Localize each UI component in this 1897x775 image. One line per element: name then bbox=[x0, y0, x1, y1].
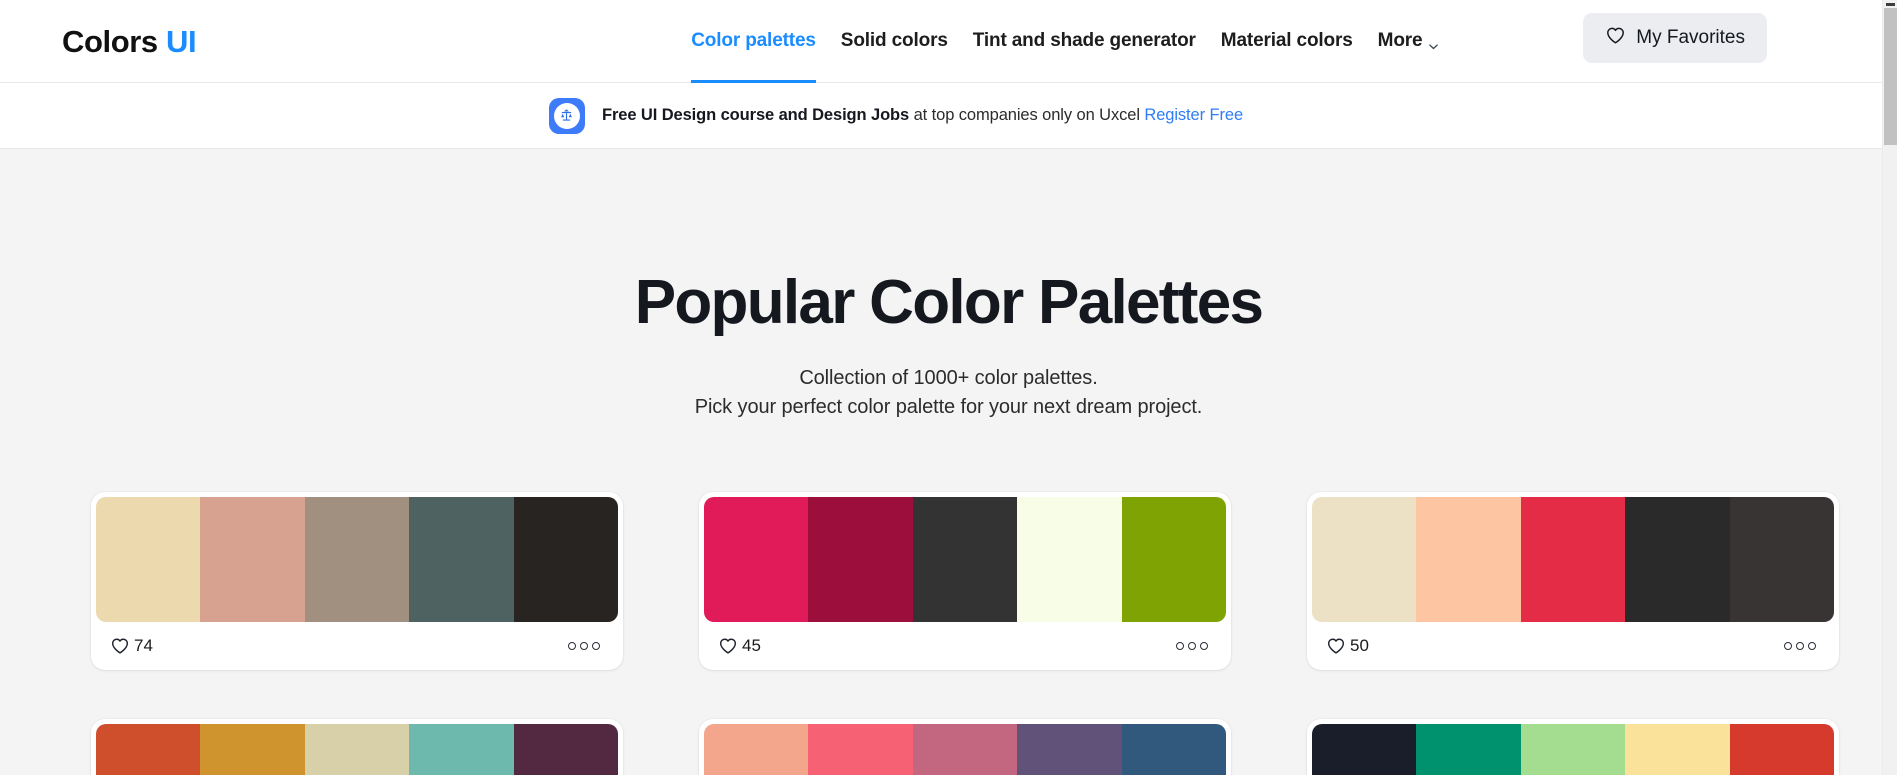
palette-card-footer: 74 bbox=[96, 622, 618, 670]
nav-label-material-colors: Material colors bbox=[1220, 30, 1353, 51]
color-swatch[interactable] bbox=[304, 496, 410, 622]
palette-swatches bbox=[1312, 723, 1834, 775]
palette-swatches bbox=[96, 496, 618, 622]
main-navigation: Color palettes Solid colors Tint and sha… bbox=[691, 0, 1439, 83]
color-swatch[interactable] bbox=[808, 496, 913, 622]
hero-section: Popular Color Palettes Collection of 100… bbox=[0, 149, 1897, 423]
nav-label-solid-colors: Solid colors bbox=[840, 30, 948, 51]
palette-card[interactable]: 50 bbox=[1307, 491, 1839, 670]
promo-register-link[interactable]: Register Free bbox=[1144, 106, 1243, 124]
more-options-icon[interactable] bbox=[1782, 636, 1818, 656]
color-swatch[interactable] bbox=[704, 723, 809, 775]
like-count: 50 bbox=[1350, 635, 1369, 655]
color-swatch[interactable] bbox=[200, 723, 305, 775]
promo-text: Free UI Design course and Design Jobs at… bbox=[602, 106, 1243, 125]
hero-subtitle-line-1: Collection of 1000+ color palettes. bbox=[799, 366, 1098, 389]
heart-icon bbox=[718, 636, 738, 656]
like-count: 45 bbox=[742, 635, 761, 655]
color-swatch[interactable] bbox=[1121, 723, 1226, 775]
chevron-down-icon bbox=[1428, 36, 1439, 49]
heart-icon bbox=[1605, 25, 1626, 52]
nav-label-more: More bbox=[1377, 30, 1423, 51]
more-options-icon[interactable] bbox=[566, 636, 602, 656]
color-swatch[interactable] bbox=[912, 723, 1018, 775]
palette-swatches bbox=[704, 723, 1226, 775]
promo-regular-text: at top companies only on Uxcel bbox=[909, 106, 1145, 124]
scrollbar-thumb[interactable] bbox=[1884, 8, 1897, 145]
palette-card[interactable]: 74 bbox=[91, 491, 623, 670]
color-swatch[interactable] bbox=[513, 723, 618, 775]
color-swatch[interactable] bbox=[409, 723, 514, 775]
color-swatch[interactable] bbox=[1416, 723, 1521, 775]
brand-name: Colors bbox=[62, 23, 158, 59]
promo-bold-text: Free UI Design course and Design Jobs bbox=[601, 106, 910, 124]
color-swatch[interactable] bbox=[1312, 496, 1417, 622]
my-favorites-label: My Favorites bbox=[1636, 27, 1745, 48]
color-swatch[interactable] bbox=[409, 496, 514, 622]
color-swatch[interactable] bbox=[1416, 496, 1521, 622]
palette-swatches bbox=[704, 496, 1226, 622]
color-swatch[interactable] bbox=[200, 496, 305, 622]
palette-card[interactable] bbox=[1307, 718, 1839, 775]
color-swatch[interactable] bbox=[1625, 723, 1730, 775]
brand-accent: UI bbox=[166, 23, 197, 59]
palette-grid: 74 45 50 bbox=[91, 491, 1839, 775]
like-count: 74 bbox=[134, 635, 153, 655]
heart-icon bbox=[1326, 636, 1346, 656]
more-options-icon[interactable] bbox=[1174, 636, 1210, 656]
color-swatch[interactable] bbox=[1520, 496, 1626, 622]
nav-item-color-palettes[interactable]: Color palettes bbox=[691, 0, 816, 83]
color-swatch[interactable] bbox=[1520, 723, 1626, 775]
like-button[interactable]: 50 bbox=[1326, 636, 1369, 656]
color-swatch[interactable] bbox=[704, 496, 809, 622]
heart-icon bbox=[110, 636, 130, 656]
color-swatch[interactable] bbox=[1017, 496, 1122, 622]
hero-subtitle: Collection of 1000+ color palettes. Pick… bbox=[0, 364, 1897, 423]
color-swatch[interactable] bbox=[1017, 723, 1122, 775]
color-swatch[interactable] bbox=[1312, 723, 1417, 775]
nav-label-tint-and-shade-generator: Tint and shade generator bbox=[972, 30, 1196, 51]
palette-swatches bbox=[1312, 496, 1834, 622]
color-swatch[interactable] bbox=[304, 723, 410, 775]
like-button[interactable]: 45 bbox=[718, 636, 761, 656]
color-swatch[interactable] bbox=[96, 723, 201, 775]
color-swatch[interactable] bbox=[513, 496, 618, 622]
site-header: Colors UI Color palettes Solid colors Ti… bbox=[0, 0, 1882, 83]
nav-label-color-palettes: Color palettes bbox=[691, 30, 816, 51]
color-swatch[interactable] bbox=[1625, 496, 1730, 622]
color-swatch[interactable] bbox=[808, 723, 913, 775]
color-swatch[interactable] bbox=[1121, 496, 1226, 622]
color-swatch[interactable] bbox=[1729, 723, 1834, 775]
hero-subtitle-line-2: Pick your perfect color palette for your… bbox=[694, 396, 1203, 419]
nav-item-tint-and-shade-generator[interactable]: Tint and shade generator bbox=[973, 0, 1196, 83]
color-swatch[interactable] bbox=[96, 496, 201, 622]
page-scrollbar[interactable] bbox=[1882, 0, 1897, 775]
palette-swatches bbox=[96, 723, 618, 775]
promo-banner: Free UI Design course and Design Jobs at… bbox=[0, 83, 1882, 149]
page-viewport: Colors UI Color palettes Solid colors Ti… bbox=[0, 0, 1897, 775]
my-favorites-button[interactable]: My Favorites bbox=[1583, 13, 1767, 63]
promo-content: Free UI Design course and Design Jobs at… bbox=[548, 97, 1243, 134]
nav-item-material-colors[interactable]: Material colors bbox=[1221, 0, 1353, 83]
brand-logo[interactable]: Colors UI bbox=[62, 23, 197, 59]
uxcel-logo-icon bbox=[548, 97, 585, 134]
page-title: Popular Color Palettes bbox=[634, 268, 1264, 337]
palette-card[interactable] bbox=[91, 718, 623, 775]
palette-card[interactable] bbox=[699, 718, 1231, 775]
palette-card-footer: 45 bbox=[704, 622, 1226, 670]
scrollbar-up-arrow[interactable] bbox=[1883, 0, 1897, 8]
color-swatch[interactable] bbox=[1729, 496, 1834, 622]
palette-card-footer: 50 bbox=[1312, 622, 1834, 670]
nav-item-more[interactable]: More bbox=[1378, 0, 1440, 83]
color-swatch[interactable] bbox=[912, 496, 1018, 622]
like-button[interactable]: 74 bbox=[110, 636, 153, 656]
nav-item-solid-colors[interactable]: Solid colors bbox=[841, 0, 948, 83]
palette-card[interactable]: 45 bbox=[699, 491, 1231, 670]
